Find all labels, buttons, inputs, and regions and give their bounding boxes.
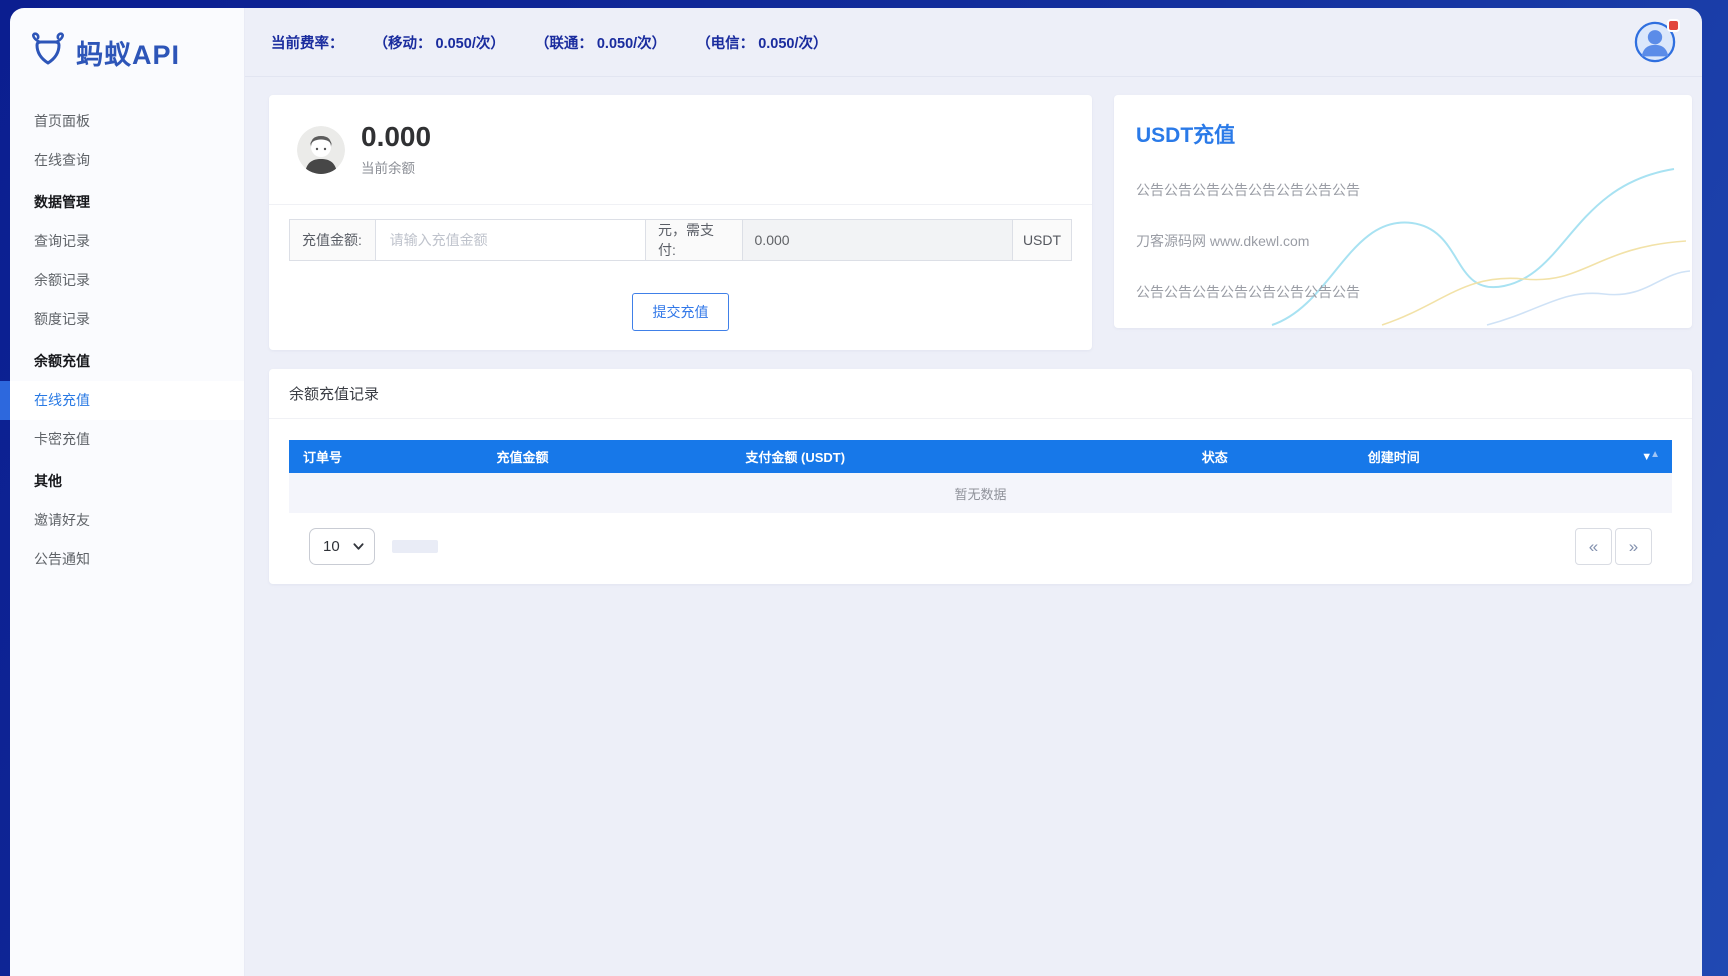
sidebar: 蚂蚁API 首页面板 在线查询 数据管理 查询记录 余额记录 额度记录 余额充值… (0, 8, 245, 976)
table-header-row: 订单号 充值金额 支付金额 (USDT) 状态 创建时间 ▼ ▲ (289, 440, 1672, 473)
currency-suffix: USDT (1012, 219, 1072, 261)
empty-state-text: 暂无数据 (954, 486, 1007, 502)
pay-amount-value: 0.000 (741, 219, 1013, 261)
announcement-line: 公告公告公告公告公告公告公告公告 (1136, 182, 1360, 198)
col-recharge-amount: 充值金额 (496, 450, 549, 465)
current-balance-value: 0.000 (361, 120, 432, 152)
app-window: 蚂蚁API 首页面板 在线查询 数据管理 查询记录 余额记录 额度记录 余额充值… (0, 8, 1702, 976)
usdt-recharge-panel: USDT充值 公告公告公告公告公告公告公告公告 刀客源码网 www.dkewl.… (1114, 95, 1692, 328)
recharge-records-card: 余额充值记录 订单号 充值金额 支付金额 (USDT) 状态 创建时间 ▼ ▲ (269, 369, 1692, 584)
ant-logo-icon (32, 32, 64, 65)
sidebar-item-quota-records[interactable]: 额度记录 (10, 300, 244, 339)
col-status: 状态 (1201, 450, 1228, 465)
page-size-value: 10 (323, 538, 340, 555)
usdt-panel-title: USDT充值 (1136, 124, 1236, 147)
current-rates: 当前费率： （移动： 0.050/次） （联通： 0.050/次） （电信： 0… (271, 32, 828, 53)
recharge-form: 充值金额: 元，需支付: 0.000 USDT (289, 219, 1072, 261)
sidebar-item-balance-records[interactable]: 余额记录 (10, 261, 244, 300)
rate-telecom: （电信： 0.050/次） (696, 35, 828, 52)
chevron-down-icon (353, 543, 364, 550)
pay-amount-label: 元，需支付: (644, 219, 743, 261)
topbar: 当前费率： （移动： 0.050/次） （联通： 0.050/次） （电信： 0… (245, 8, 1702, 77)
current-balance-label: 当前余额 (361, 161, 415, 177)
page-info-placeholder (392, 540, 438, 553)
sidebar-item-query-records[interactable]: 查询记录 (10, 222, 244, 261)
sidebar-item-online-query[interactable]: 在线查询 (10, 141, 244, 180)
sort-asc-icon: ▲ (1650, 449, 1660, 460)
submit-recharge-button[interactable]: 提交充值 (632, 293, 729, 331)
pagination-bar: 10 « » (309, 528, 1652, 565)
rate-mobile: （移动： 0.050/次） (373, 35, 505, 52)
sidebar-item-online-recharge[interactable]: 在线充值 (0, 381, 244, 420)
user-avatar[interactable] (1634, 19, 1680, 63)
sidebar-item-home[interactable]: 首页面板 (10, 102, 244, 141)
announcement-line: 刀客源码网 www.dkewl.com (1136, 233, 1310, 249)
app-logo[interactable]: 蚂蚁API (10, 8, 244, 94)
recharge-amount-label: 充值金额: (289, 219, 376, 261)
sidebar-nav: 首页面板 在线查询 数据管理 查询记录 余额记录 额度记录 余额充值 在线充值 … (0, 94, 244, 579)
announcement-line: 公告公告公告公告公告公告公告公告 (1136, 284, 1360, 300)
sidebar-section-data-management: 数据管理 (34, 194, 90, 210)
main-area: 当前费率： （移动： 0.050/次） （联通： 0.050/次） （电信： 0… (245, 8, 1702, 976)
next-page-button[interactable]: » (1615, 528, 1652, 565)
sidebar-item-card-recharge[interactable]: 卡密充值 (10, 420, 244, 459)
records-table: 订单号 充值金额 支付金额 (USDT) 状态 创建时间 ▼ ▲ 暂无数据 10… (269, 419, 1692, 565)
column-filter-icon[interactable]: ▼ ▲ (1641, 440, 1660, 473)
recharge-amount-input[interactable] (375, 220, 645, 260)
rate-unicom: （联通： 0.050/次） (534, 35, 667, 52)
app-title: 蚂蚁API (76, 39, 181, 70)
page-size-select[interactable]: 10 (309, 528, 375, 565)
sidebar-item-announcements[interactable]: 公告通知 (10, 540, 244, 579)
col-pay-amount-usdt: 支付金额 (USDT) (745, 450, 846, 465)
sidebar-section-other: 其他 (34, 473, 62, 489)
records-title: 余额充值记录 (289, 386, 380, 403)
balance-avatar (297, 125, 345, 174)
sidebar-item-invite-friends[interactable]: 邀请好友 (10, 501, 244, 540)
person-avatar-icon (297, 125, 345, 174)
prev-page-button[interactable]: « (1575, 528, 1612, 565)
table-empty-row: 暂无数据 (289, 473, 1672, 513)
page-content: 0.000 当前余额 充值金额: 元，需支付: 0.000 USDT (245, 77, 1702, 584)
rate-label: 当前费率： (271, 35, 344, 52)
balance-card: 0.000 当前余额 充值金额: 元，需支付: 0.000 USDT (269, 95, 1092, 350)
notification-badge (1667, 19, 1680, 32)
col-created-time: 创建时间 (1367, 450, 1420, 465)
sidebar-section-balance-recharge: 余额充值 (34, 353, 90, 369)
col-order-id: 订单号 (303, 450, 343, 465)
